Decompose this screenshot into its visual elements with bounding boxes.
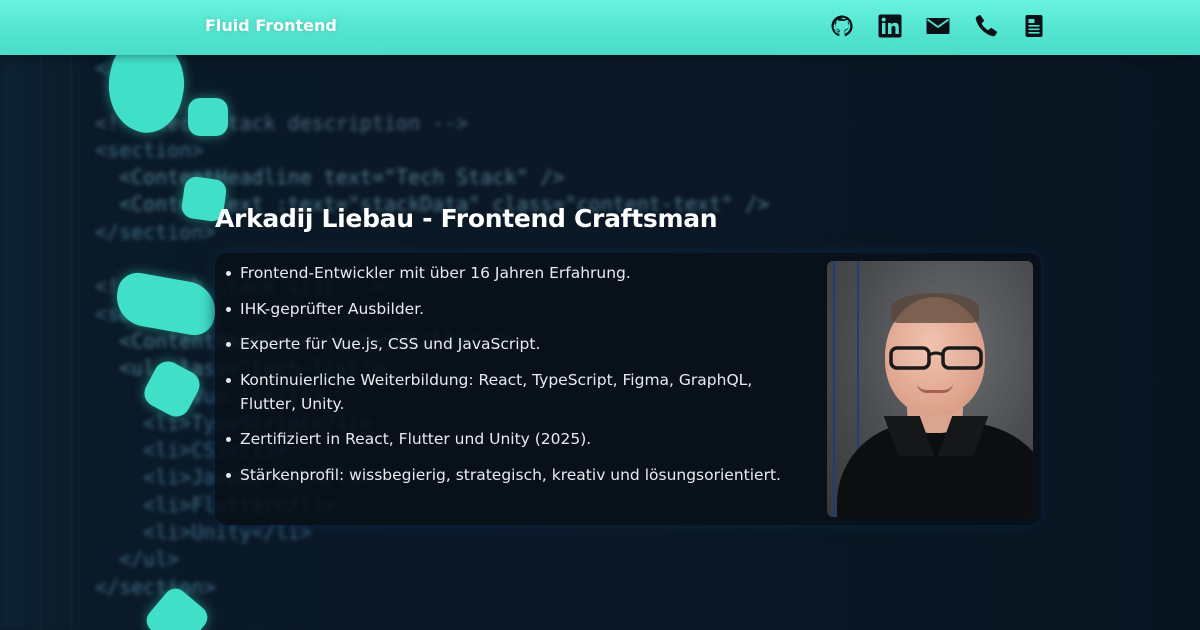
github-icon[interactable] — [830, 14, 854, 38]
list-item: Frontend-Entwickler mit über 16 Jahren E… — [223, 261, 813, 285]
decor-blob — [188, 98, 228, 136]
portrait-photo — [827, 261, 1033, 517]
top-bar: Fluid Frontend — [0, 0, 1200, 55]
list-item: IHK-geprüfter Ausbilder. — [223, 297, 813, 321]
list-item: Kontinuierliche Weiterbildung: React, Ty… — [223, 368, 813, 416]
list-item: Stärkenprofil: wissbegierig, strategisch… — [223, 463, 813, 487]
phone-icon[interactable] — [974, 14, 998, 38]
code-gutter — [0, 55, 88, 630]
social-icons — [830, 14, 1046, 38]
document-icon[interactable] — [1022, 14, 1046, 38]
code-line: </section> — [95, 574, 216, 599]
linkedin-icon[interactable] — [878, 14, 902, 38]
list-item: Experte für Vue.js, CSS und JavaScript. — [223, 332, 813, 356]
code-line: <section> — [95, 137, 204, 162]
profile-bullet-list: Frontend-Entwickler mit über 16 Jahren E… — [223, 261, 813, 498]
list-item: Zertifiziert in React, Flutter und Unity… — [223, 427, 813, 451]
page-headline: Arkadij Liebau - Frontend Craftsman — [215, 204, 718, 233]
code-line: </ul> — [95, 547, 180, 572]
brand-title[interactable]: Fluid Frontend — [205, 16, 337, 35]
mail-icon[interactable] — [926, 14, 950, 38]
code-line: </div> — [95, 55, 769, 82]
gutter-line — [70, 55, 72, 630]
gutter-line — [40, 55, 42, 630]
profile-card: Frontend-Entwickler mit über 16 Jahren E… — [215, 253, 1041, 525]
